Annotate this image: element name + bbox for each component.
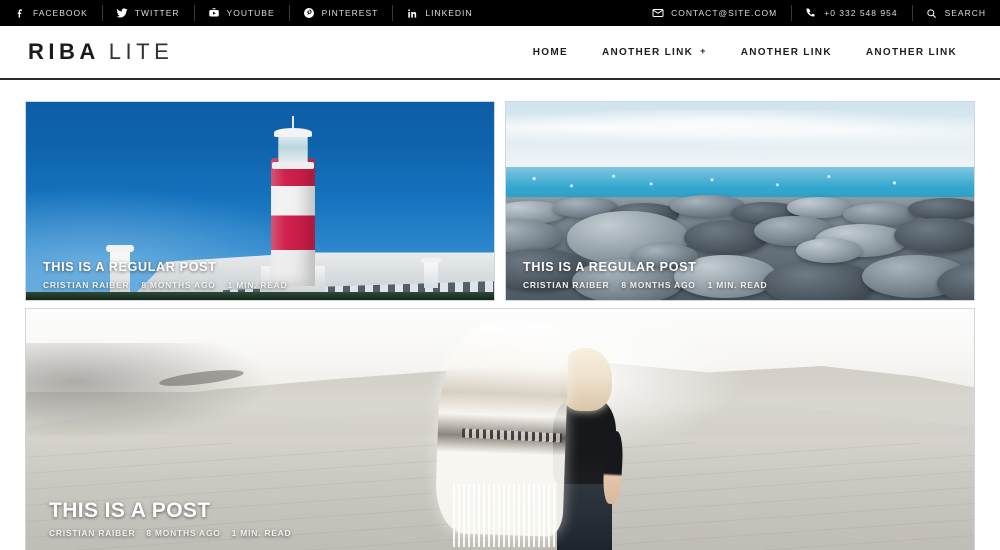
social-link-pinterest[interactable]: PINTEREST [288,0,393,26]
youtube-icon [208,7,220,19]
post-card-desert[interactable]: THIS IS A POST CRISTIAN RAIBER 8 MONTHS … [25,308,975,550]
post-caption: THIS IS A POST CRISTIAN RAIBER 8 MONTHS … [49,499,291,538]
search-toggle[interactable]: SEARCH [911,0,1000,26]
nav-item-another-link-1[interactable]: ANOTHER LINK + [585,45,724,58]
social-link-facebook[interactable]: FACEBOOK [0,0,102,26]
site-logo[interactable]: RIBA LITE [28,39,173,65]
social-link-label: LINKEDIN [425,8,473,18]
contact-group: CONTACT@SITE.COM +0 332 548 954 SEARCH [638,0,1000,26]
post-author: CRISTIAN RAIBER [523,280,610,290]
social-link-twitter[interactable]: TWITTER [101,0,194,26]
nav-item-label: ANOTHER LINK [601,46,694,58]
social-link-youtube[interactable]: YOUTUBE [193,0,289,26]
post-meta: CRISTIAN RAIBER 8 MONTHS AGO 1 MIN. READ [49,528,291,538]
social-link-label: FACEBOOK [33,8,88,18]
chevron-down-icon: + [700,45,707,56]
top-utility-bar: FACEBOOK TWITTER YOUTUBE PINTEREST LINKE [0,0,1000,26]
lighthouse-turret-right [420,258,441,289]
post-title: THIS IS A REGULAR POST [43,260,217,275]
mail-icon [652,7,664,19]
search-label: SEARCH [944,8,986,18]
nav-item-another-link-3[interactable]: ANOTHER LINK [849,47,974,58]
social-link-linkedin[interactable]: LINKEDIN [392,0,486,26]
linkedin-icon [406,7,418,19]
post-meta: CRISTIAN RAIBER 8 MONTHS AGO 1 MIN. READ [43,280,287,290]
lighthouse-lantern-room [271,128,314,170]
twitter-icon [116,7,128,19]
site-header: RIBA LITE HOME ANOTHER LINK + ANOTHER LI… [0,26,1000,80]
post-read-time: 1 MIN. READ [231,528,292,538]
logo-secondary-text: LITE [108,39,174,64]
post-date: 8 MONTHS AGO [141,280,216,290]
pebbles-sea-sparkle [506,169,974,194]
post-meta: CRISTIAN RAIBER 8 MONTHS AGO 1 MIN. READ [523,280,767,290]
contact-email-label: CONTACT@SITE.COM [671,8,778,18]
nav-item-another-link-2[interactable]: ANOTHER LINK [724,47,849,58]
post-author: CRISTIAN RAIBER [49,528,136,538]
pinterest-icon [303,7,315,19]
post-card-pebbles[interactable]: THIS IS A REGULAR POST CRISTIAN RAIBER 8… [505,101,975,301]
main-navigation: HOME ANOTHER LINK + ANOTHER LINK ANOTHER… [516,45,974,58]
lighthouse-mast [291,116,294,129]
contact-phone-link[interactable]: +0 332 548 954 [791,0,911,26]
post-author: CRISTIAN RAIBER [43,280,130,290]
nav-item-label: ANOTHER LINK [865,46,957,58]
contact-email-link[interactable]: CONTACT@SITE.COM [638,0,791,26]
post-title: THIS IS A POST [49,498,211,522]
social-link-label: YOUTUBE [226,8,275,18]
social-links-group: FACEBOOK TWITTER YOUTUBE PINTEREST LINKE [0,0,487,26]
post-read-time: 1 MIN. READ [707,280,768,290]
desert-shadow-left [26,343,273,441]
contact-phone-label: +0 332 548 954 [824,8,898,18]
post-caption: THIS IS A REGULAR POST CRISTIAN RAIBER 8… [523,260,767,290]
pebbles-clouds [506,109,974,146]
post-title: THIS IS A REGULAR POST [523,260,697,275]
nav-item-home[interactable]: HOME [516,47,585,58]
scarf-fringe [452,483,557,548]
post-grid-row-top: THIS IS A REGULAR POST CRISTIAN RAIBER 8… [25,101,975,301]
facebook-icon [14,7,26,19]
nav-item-label: HOME [532,46,568,58]
phone-icon [805,7,817,19]
post-date: 8 MONTHS AGO [146,528,221,538]
post-read-time: 1 MIN. READ [227,280,288,290]
lighthouse-ground [26,292,494,300]
post-grid: THIS IS A REGULAR POST CRISTIAN RAIBER 8… [0,80,1000,550]
social-link-label: PINTEREST [321,8,379,18]
search-icon [926,7,938,19]
logo-primary-text: RIBA [28,39,100,64]
post-caption: THIS IS A REGULAR POST CRISTIAN RAIBER 8… [43,260,287,290]
post-card-lighthouse[interactable]: THIS IS A REGULAR POST CRISTIAN RAIBER 8… [25,101,495,301]
post-date: 8 MONTHS AGO [621,280,696,290]
nav-item-label: ANOTHER LINK [740,46,832,58]
social-link-label: TWITTER [134,8,180,18]
